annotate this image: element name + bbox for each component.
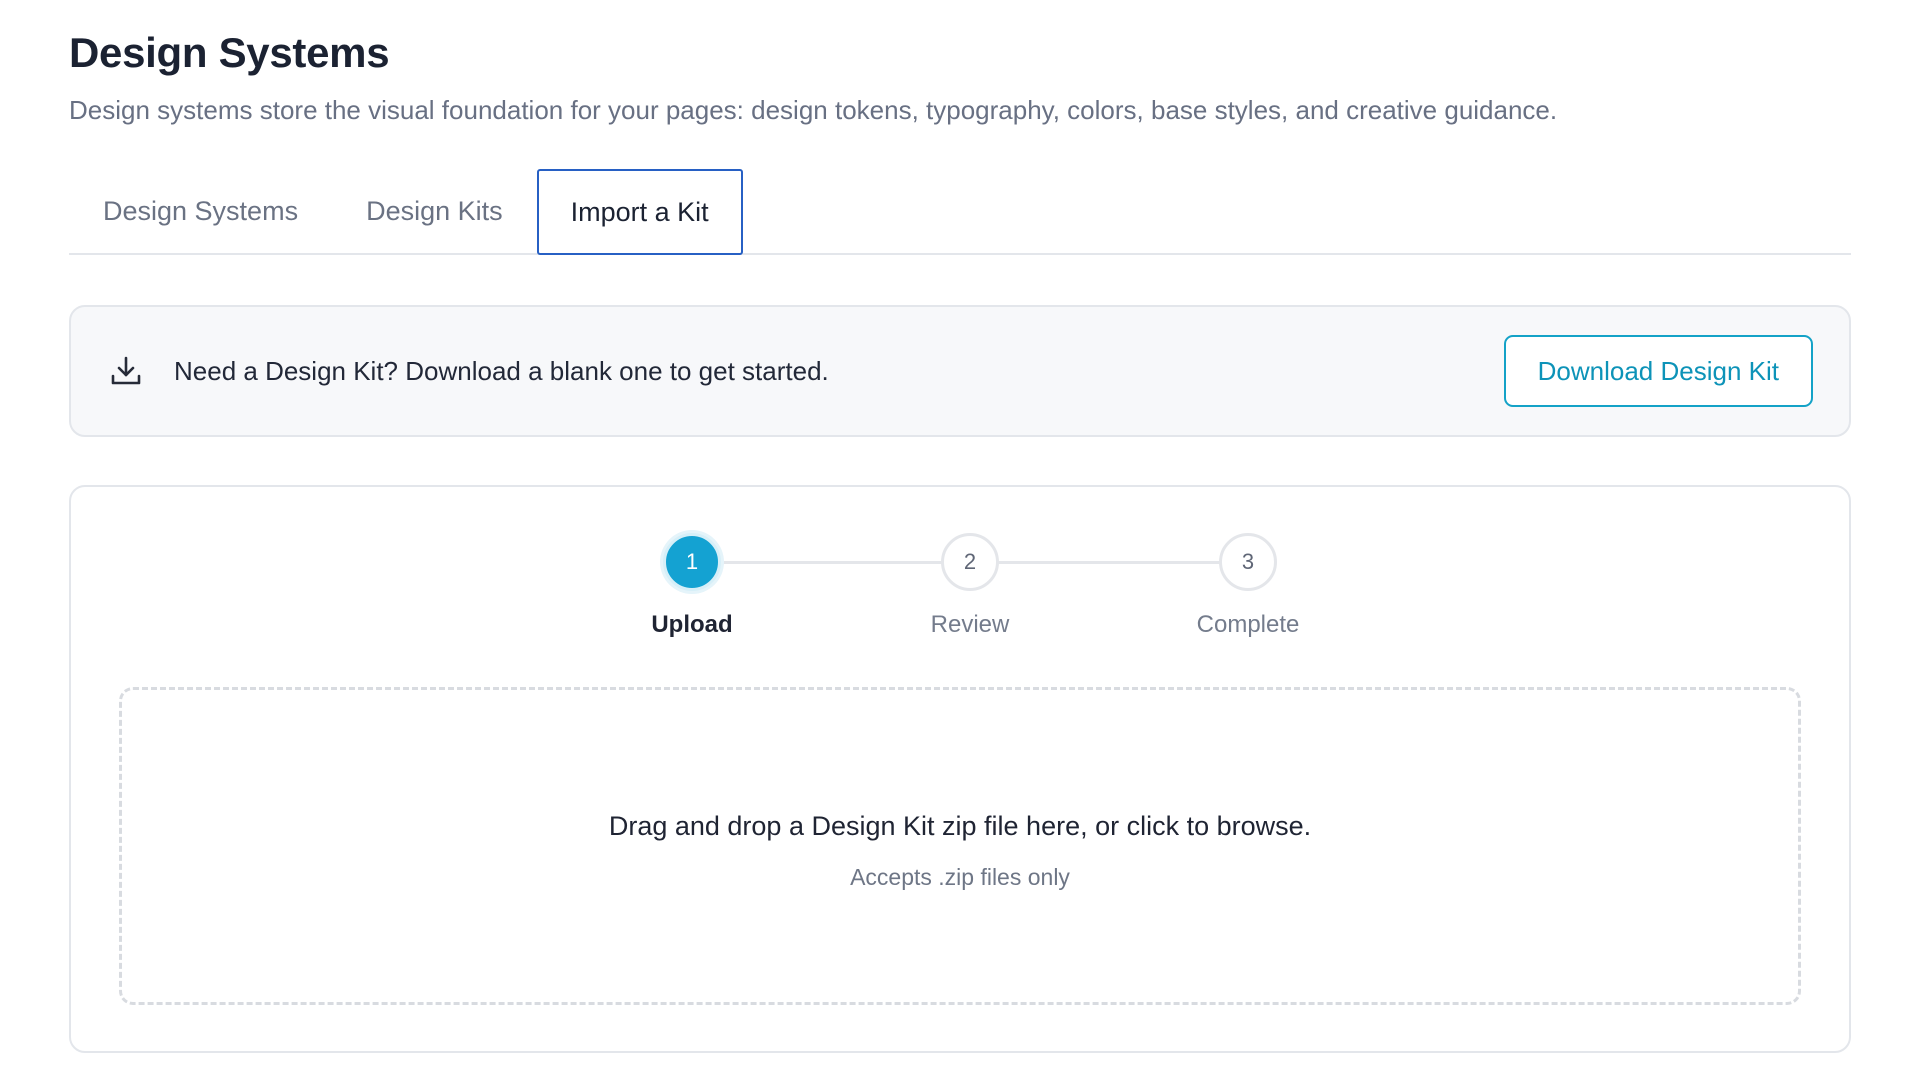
tab-design-systems[interactable]: Design Systems	[69, 169, 332, 253]
tab-import-a-kit[interactable]: Import a Kit	[536, 169, 743, 255]
download-kit-banner: Need a Design Kit? Download a blank one …	[69, 305, 1851, 437]
step-review: 2 Review	[870, 533, 1070, 639]
banner-message: Need a Design Kit? Download a blank one …	[174, 355, 829, 386]
step-number: 3	[1219, 533, 1277, 591]
download-icon	[109, 354, 143, 388]
tab-design-kits[interactable]: Design Kits	[332, 169, 537, 253]
step-label: Review	[930, 611, 1010, 638]
step-number: 1	[663, 533, 721, 591]
import-card: 1 Upload 2 Review 3 Complete Drag and dr…	[69, 485, 1851, 1053]
step-upload: 1 Upload	[592, 533, 792, 639]
import-stepper: 1 Upload 2 Review 3 Complete	[71, 533, 1849, 643]
file-dropzone[interactable]: Drag and drop a Design Kit zip file here…	[119, 687, 1801, 1005]
dropzone-instructions: Drag and drop a Design Kit zip file here…	[608, 811, 1312, 841]
tab-bar: Design Systems Design Kits Import a Kit	[69, 169, 1851, 255]
dropzone-file-types: Accepts .zip files only	[850, 864, 1070, 890]
step-label: Complete	[1196, 611, 1300, 638]
design-systems-page: Design Systems Design systems store the …	[0, 0, 1920, 1080]
page-description: Design systems store the visual foundati…	[69, 95, 1558, 125]
download-design-kit-button[interactable]: Download Design Kit	[1503, 335, 1813, 407]
page-title: Design Systems	[69, 29, 390, 76]
step-number: 2	[941, 533, 999, 591]
step-complete: 3 Complete	[1148, 533, 1348, 639]
step-label: Upload	[651, 611, 733, 638]
